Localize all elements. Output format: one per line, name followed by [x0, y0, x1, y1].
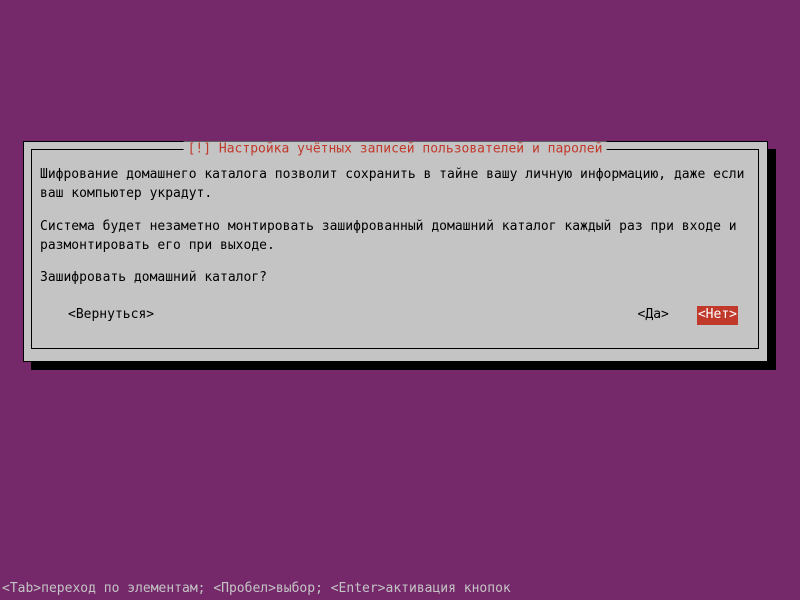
- dialog-question: Зашифровать домашний каталог?: [40, 269, 750, 288]
- no-button[interactable]: <Нет>: [697, 306, 738, 325]
- dialog-frame: [!] Настройка учётных записей пользовате…: [31, 149, 759, 349]
- dialog-paragraph-2: Система будет незаметно монтировать заши…: [40, 218, 750, 256]
- dialog-content: Шифрование домашнего каталога позволит с…: [32, 150, 758, 337]
- footer-hint: <Tab>переход по элементам; <Пробел>выбор…: [2, 581, 511, 596]
- yes-button[interactable]: <Да>: [638, 306, 669, 325]
- title-text: Настройка учётных записей пользователей …: [219, 142, 603, 157]
- button-row: <Вернуться> <Да> <Нет>: [40, 302, 750, 325]
- back-button[interactable]: <Вернуться>: [68, 306, 154, 325]
- title-marker: [!]: [188, 142, 211, 157]
- dialog-paragraph-1: Шифрование домашнего каталога позволит с…: [40, 166, 750, 204]
- dialog-title: [!] Настройка учётных записей пользовате…: [184, 142, 607, 157]
- dialog: [!] Настройка учётных записей пользовате…: [23, 141, 768, 362]
